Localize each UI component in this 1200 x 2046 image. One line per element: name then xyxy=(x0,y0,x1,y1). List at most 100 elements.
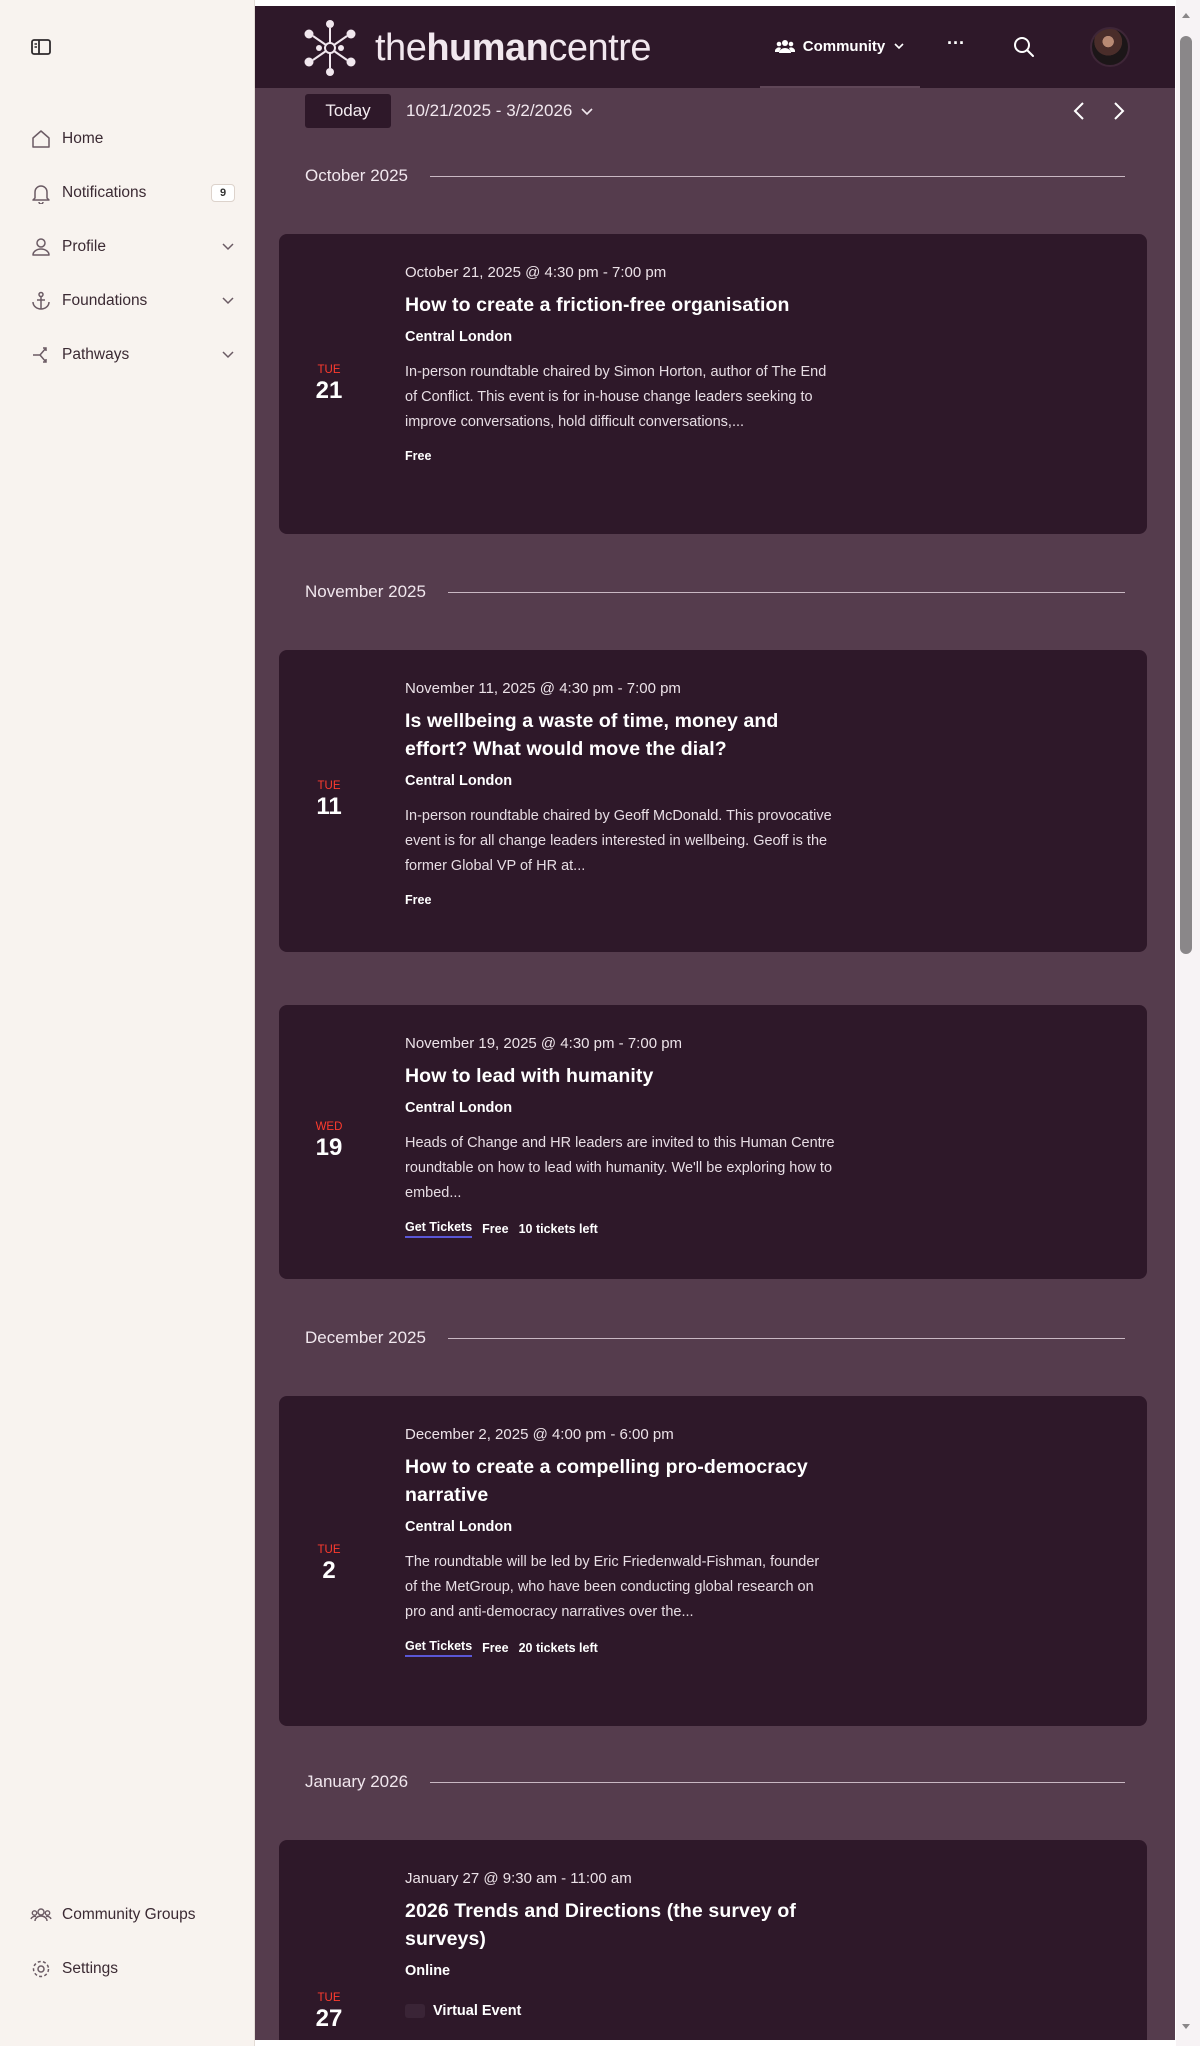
top-bar: thehumancentre Community ··· xyxy=(255,6,1175,88)
event-datetime: November 11, 2025 @ 4:30 pm - 7:00 pm xyxy=(405,680,681,697)
event-details: November 11, 2025 @ 4:30 pm - 7:00 pm Is… xyxy=(405,680,835,907)
event-day-number: 27 xyxy=(315,2005,343,2032)
event-venue: Online xyxy=(405,1963,451,1979)
month-separator: October 2025 xyxy=(305,164,1125,188)
sidebar-item-home[interactable]: Home xyxy=(0,112,255,166)
site-logo[interactable]: thehumancentre xyxy=(295,16,652,80)
community-label: Community xyxy=(802,37,886,55)
event-details: December 2, 2025 @ 4:00 pm - 6:00 pm How… xyxy=(405,1426,835,1657)
event-venue: Central London xyxy=(405,1519,513,1535)
event-card[interactable]: TUE 21 October 21, 2025 @ 4:30 pm - 7:00… xyxy=(279,234,1147,534)
bell-icon xyxy=(30,182,52,204)
event-datetime: October 21, 2025 @ 4:30 pm - 7:00 pm xyxy=(405,264,667,281)
month-label: December 2025 xyxy=(305,1328,426,1347)
logo-prefix: the xyxy=(375,26,427,69)
event-datetime: November 19, 2025 @ 4:30 pm - 7:00 pm xyxy=(405,1035,683,1052)
event-day-number: 11 xyxy=(316,793,342,820)
next-arrow-icon[interactable] xyxy=(1105,98,1131,124)
anchor-icon xyxy=(30,290,52,312)
more-menu-button[interactable]: ··· xyxy=(939,32,973,62)
sidebar-nav: Home Notifications 9 Profile Foundations… xyxy=(0,112,255,382)
month-label: October 2025 xyxy=(305,166,409,185)
sidebar: Home Notifications 9 Profile Foundations… xyxy=(0,0,255,2046)
event-title[interactable]: How to lead with humanity xyxy=(405,1062,835,1090)
logo-suffix: centre xyxy=(548,26,652,69)
event-day-of-week: TUE xyxy=(317,780,341,792)
event-description: Heads of Change and HR leaders are invit… xyxy=(405,1135,835,1201)
previous-arrow-icon[interactable] xyxy=(1067,98,1093,124)
event-details: November 19, 2025 @ 4:30 pm - 7:00 pm Ho… xyxy=(405,1035,835,1238)
event-card[interactable]: TUE 27 January 27 @ 9:30 am - 11:00 am 2… xyxy=(279,1840,1147,2040)
event-title[interactable]: How to create a friction-free organisati… xyxy=(405,291,835,319)
sidebar-bottom-nav: Community Groups Settings xyxy=(0,1888,255,1996)
month-divider xyxy=(447,591,1125,593)
event-day-of-week: TUE xyxy=(317,1992,341,2004)
groups-icon xyxy=(30,1904,52,1926)
sidebar-item-foundations[interactable]: Foundations xyxy=(0,274,255,328)
event-card[interactable]: TUE 2 December 2, 2025 @ 4:00 pm - 6:00 … xyxy=(279,1396,1147,1726)
event-title[interactable]: Is wellbeing a waste of time, money and … xyxy=(405,707,835,763)
chevron-down-icon xyxy=(580,104,594,118)
sidebar-item-profile[interactable]: Profile xyxy=(0,220,255,274)
date-range-picker[interactable]: 10/21/2025 - 3/2/2026 xyxy=(406,101,594,121)
event-day-number: 19 xyxy=(315,1134,343,1161)
event-card[interactable]: TUE 11 November 11, 2025 @ 4:30 pm - 7:0… xyxy=(279,650,1147,952)
get-tickets-link[interactable]: Get Tickets xyxy=(405,1639,473,1657)
event-title[interactable]: How to create a compelling pro-democracy… xyxy=(405,1453,835,1509)
month-divider xyxy=(430,175,1125,177)
gear-icon xyxy=(30,1958,52,1980)
video-icon xyxy=(405,2004,425,2018)
month-divider xyxy=(430,1781,1125,1783)
event-title[interactable]: 2026 Trends and Directions (the survey o… xyxy=(405,1897,835,1953)
user-icon xyxy=(30,236,52,258)
event-venue: Central London xyxy=(405,773,513,789)
month-separator: November 2025 xyxy=(305,580,1125,604)
chevron-down-icon[interactable] xyxy=(221,347,235,361)
event-day-of-week: TUE xyxy=(317,364,341,376)
logo-bold: human xyxy=(426,26,549,69)
logo-text: thehumancentre xyxy=(375,26,652,70)
month-separator: January 2026 xyxy=(305,1770,1125,1794)
community-dropdown[interactable]: Community xyxy=(760,6,920,88)
month-divider xyxy=(447,1337,1125,1339)
sidebar-item-label: Settings xyxy=(62,1960,119,1977)
date-navigation: Today 10/21/2025 - 3/2/2026 xyxy=(305,94,1125,130)
event-card[interactable]: WED 19 November 19, 2025 @ 4:30 pm - 7:0… xyxy=(279,1005,1147,1279)
event-day-number: 2 xyxy=(322,1557,336,1584)
virtual-event-tag: Virtual Event xyxy=(405,2003,835,2019)
event-venue: Central London xyxy=(405,329,513,345)
tickets-left: 10 tickets left xyxy=(518,1222,598,1236)
scrollbar-thumb[interactable] xyxy=(1180,36,1192,954)
sidebar-item-community-groups[interactable]: Community Groups xyxy=(0,1888,255,1942)
scroll-up-arrow-icon[interactable] xyxy=(1180,8,1192,20)
chevron-down-icon[interactable] xyxy=(221,293,235,307)
month-separator: December 2025 xyxy=(305,1326,1125,1350)
event-ticket-row: Get Tickets Free 10 tickets left xyxy=(405,1220,835,1238)
sidebar-item-label: Pathways xyxy=(62,346,130,363)
date-range-label: 10/21/2025 - 3/2/2026 xyxy=(406,101,573,120)
sidebar-toggle-icon[interactable] xyxy=(28,36,54,58)
event-datetime: December 2, 2025 @ 4:00 pm - 6:00 pm xyxy=(405,1426,674,1443)
event-description: The roundtable will be led by Eric Fried… xyxy=(405,1554,820,1620)
chevron-down-icon xyxy=(893,40,905,52)
event-details: January 27 @ 9:30 am - 11:00 am 2026 Tre… xyxy=(405,1870,835,2019)
event-description: In-person roundtable chaired by Geoff Mc… xyxy=(405,808,832,874)
chevron-down-icon[interactable] xyxy=(221,239,235,253)
today-button[interactable]: Today xyxy=(305,94,391,128)
event-price: Free xyxy=(405,893,432,907)
community-icon xyxy=(774,38,795,54)
search-icon[interactable] xyxy=(1011,34,1037,60)
avatar[interactable] xyxy=(1090,27,1130,67)
sidebar-item-pathways[interactable]: Pathways xyxy=(0,328,255,382)
logo-mark-icon xyxy=(304,20,356,76)
sidebar-item-settings[interactable]: Settings xyxy=(0,1942,255,1996)
event-ticket-row: Get Tickets Free 20 tickets left xyxy=(405,1639,835,1657)
event-datetime: January 27 @ 9:30 am - 11:00 am xyxy=(405,1870,632,1887)
get-tickets-link[interactable]: Get Tickets xyxy=(405,1220,473,1238)
sidebar-item-notifications[interactable]: Notifications 9 xyxy=(0,166,255,220)
sidebar-item-label: Notifications xyxy=(62,184,147,201)
home-icon xyxy=(30,128,52,150)
pathways-icon xyxy=(30,344,52,366)
event-description: In-person roundtable chaired by Simon Ho… xyxy=(405,364,827,430)
scroll-down-arrow-icon[interactable] xyxy=(1180,2020,1192,2032)
